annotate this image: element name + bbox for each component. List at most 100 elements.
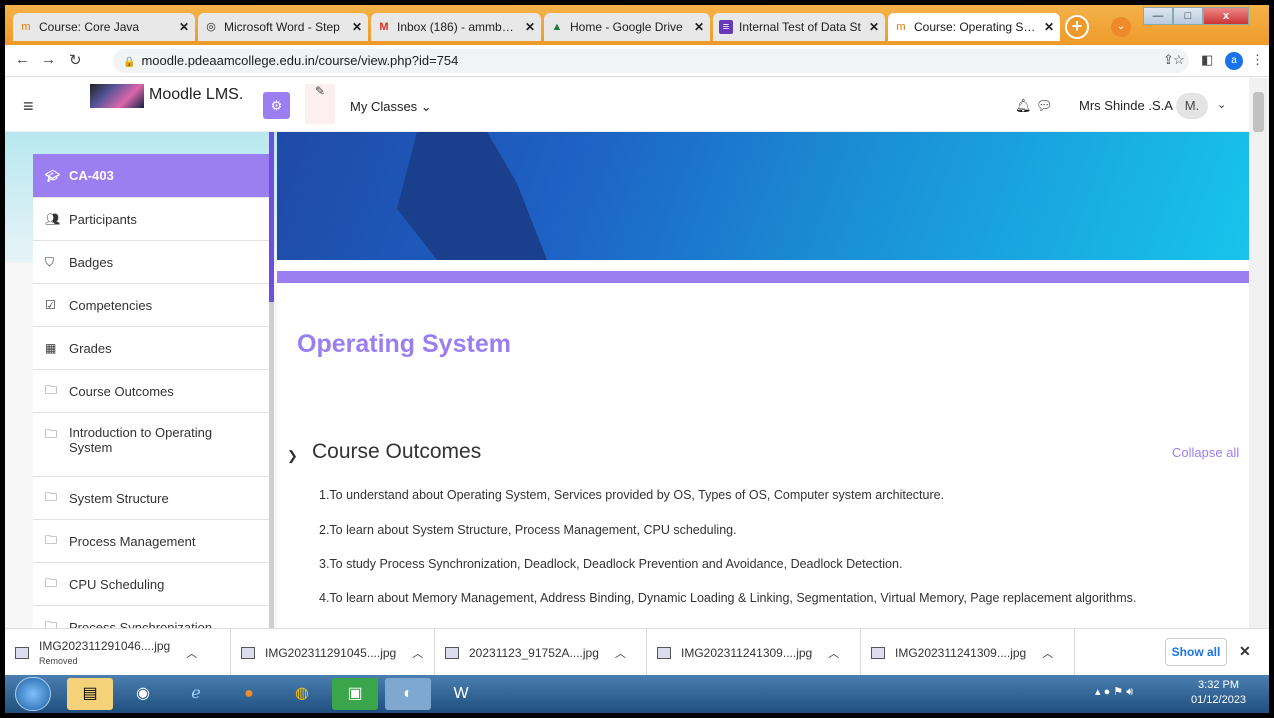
edit-mode-icon[interactable]: ✎ [305, 84, 335, 124]
windows-taskbar: ▤ ◉ ℯ ● ◍ ▣ ◐ W ▴ ● ⚑ 🔊︎ 3:32 PM 01/12/20… [5, 675, 1269, 713]
tab-core-java[interactable]: m Course: Core Java ✕ [13, 13, 195, 41]
forward-icon[interactable]: → [41, 51, 56, 68]
my-classes-menu[interactable]: My Classes ⌄ [350, 99, 432, 115]
window-controls: — □ x [1143, 7, 1249, 25]
section-chevron-down-icon[interactable]: ❯ [287, 448, 298, 464]
download-item[interactable]: IMG202311291046....jpg Removed ︿ [5, 629, 231, 676]
chevron-down-icon[interactable]: ⌄ [1217, 98, 1226, 111]
moodle-icon: m [896, 21, 906, 33]
sidebar-scrollbar-thumb[interactable] [269, 132, 274, 302]
chevron-up-icon[interactable]: ︿ [1042, 645, 1053, 661]
download-name: IMG202311291046....jpg [39, 638, 171, 653]
download-item[interactable]: IMG202311241309....jpg ︿ [861, 629, 1075, 676]
sidebar-item-course[interactable]: 🎓︎ CA-403 [33, 154, 269, 198]
new-tab-button[interactable]: + [1065, 15, 1089, 39]
chevron-up-icon[interactable]: ︿ [186, 645, 197, 661]
avatar[interactable]: M. [1176, 93, 1208, 119]
menu-kebab-icon[interactable]: ⋮ [1251, 52, 1264, 68]
image-file-icon [15, 646, 29, 659]
sidebar-item-badges[interactable]: ⛉ Badges [33, 241, 269, 284]
settings-cog-icon[interactable]: ⚙ [263, 92, 290, 119]
clock-date: 01/12/2023 [1191, 694, 1247, 706]
window-close-button[interactable]: x [1203, 7, 1249, 25]
minimize-button[interactable]: — [1143, 7, 1173, 25]
site-name[interactable]: Moodle LMS. [149, 86, 243, 104]
chrome-profile-icon[interactable]: ◐ [385, 678, 431, 710]
hamburger-menu-icon[interactable]: ≡ [23, 96, 34, 117]
tab-strip: m Course: Core Java ✕ ◎ Microsoft Word -… [5, 5, 1269, 45]
sidebar-item-system-structure[interactable]: 🗀 System Structure [33, 477, 269, 520]
close-icon[interactable]: ✕ [1239, 643, 1251, 660]
download-name: IMG202311241309....jpg [681, 645, 813, 660]
internet-explorer-icon[interactable]: ℯ [173, 678, 219, 710]
profile-avatar[interactable]: a [1225, 52, 1243, 70]
chevron-up-icon[interactable]: ︿ [615, 645, 626, 661]
clock[interactable]: 3:32 PM 01/12/2023 [1191, 678, 1246, 708]
course-banner-image [277, 132, 1249, 260]
section-title[interactable]: Course Outcomes [312, 440, 481, 464]
sidebar-item-introduction[interactable]: 🗀 Introduction to Operating System [33, 413, 269, 477]
tab-drive[interactable]: ▲ Home - Google Drive ✕ [544, 13, 710, 41]
moodle-navbar: ≡ Moodle LMS. ⚙ ✎ My Classes ⌄ 🔔︎ 💬︎ Mrs… [5, 78, 1249, 132]
firefox-icon[interactable]: ● [226, 678, 272, 710]
sidebar-item-participants[interactable]: 👥︎ Participants [33, 198, 269, 241]
tab-inbox[interactable]: M Inbox (186) - ammbbac ✕ [371, 13, 541, 41]
sidebar-item-process-synchronization[interactable]: 🗀 Process Synchronization [33, 606, 269, 629]
sidebar-item-cpu-scheduling[interactable]: 🗀 CPU Scheduling [33, 563, 269, 606]
outcome-item: 3.To study Process Synchronization, Dead… [319, 557, 903, 571]
page-scrollbar[interactable] [1249, 78, 1269, 628]
sidebar-item-competencies[interactable]: ☑ Competencies [33, 284, 269, 327]
close-icon[interactable]: ✕ [352, 20, 362, 34]
table-icon: ▦ [45, 341, 57, 355]
bookmark-star-icon[interactable]: ☆ [1173, 52, 1185, 68]
clock-time: 3:32 PM [1198, 679, 1240, 691]
chrome-icon[interactable]: ◍ [279, 678, 325, 710]
start-button[interactable] [15, 677, 51, 711]
site-logo[interactable] [90, 84, 144, 108]
messages-icon[interactable]: 💬︎ [1036, 98, 1053, 114]
reload-icon[interactable]: ↻ [69, 51, 82, 69]
system-tray[interactable]: ▴ ● ⚑ 🔊︎ [1095, 685, 1133, 699]
download-name: IMG202311291045....jpg [265, 645, 397, 660]
download-item[interactable]: IMG202311241309....jpg ︿ [647, 629, 861, 676]
maximize-button[interactable]: □ [1173, 7, 1203, 25]
sidebar-item-process-management[interactable]: 🗀 Process Management [33, 520, 269, 563]
tab-internal-test[interactable]: ≡ Internal Test of Data St ✕ [713, 13, 885, 41]
app-icon[interactable]: ▣ [332, 678, 378, 710]
browser-window: m Course: Core Java ✕ ◎ Microsoft Word -… [5, 5, 1269, 713]
tab-word[interactable]: ◎ Microsoft Word - Step ✕ [198, 13, 368, 41]
url-field[interactable]: 🔒 moodle.pdeaamcollege.edu.in/course/view… [113, 49, 1189, 73]
user-name[interactable]: Mrs Shinde .S.A [1079, 98, 1173, 113]
chevron-up-icon[interactable]: ︿ [412, 645, 423, 661]
show-all-downloads-button[interactable]: Show all [1165, 638, 1227, 666]
tab-operating-system[interactable]: m Course: Operating Syst ✕ [888, 13, 1060, 41]
back-icon[interactable]: ← [15, 51, 30, 68]
close-icon[interactable]: ✕ [869, 20, 879, 34]
forms-icon: ≡ [719, 20, 733, 34]
folder-icon: 🗀 [45, 575, 58, 590]
page-title: Operating System [297, 330, 511, 358]
notification-bell-icon[interactable]: 🔔︎ [1015, 98, 1032, 114]
word-icon[interactable]: W [438, 678, 484, 710]
close-icon[interactable]: ✕ [179, 20, 189, 34]
close-icon[interactable]: ✕ [525, 20, 535, 34]
office-icon[interactable]: ◉ [120, 678, 166, 710]
tab-search-icon[interactable]: ⌄ [1111, 17, 1131, 37]
side-panel-icon[interactable]: ◧ [1201, 52, 1213, 68]
sidebar-item-label: Process Management [69, 533, 196, 549]
gmail-icon: M [379, 21, 389, 33]
folder-icon: 🗀 [45, 618, 58, 629]
page-scrollbar-thumb[interactable] [1253, 92, 1264, 132]
download-name: 20231123_91752A....jpg [469, 645, 599, 660]
chevron-up-icon[interactable]: ︿ [828, 645, 839, 661]
sidebar-item-grades[interactable]: ▦ Grades [33, 327, 269, 370]
drive-icon: ▲ [551, 21, 563, 33]
file-explorer-icon[interactable]: ▤ [67, 678, 113, 710]
close-icon[interactable]: ✕ [1044, 20, 1054, 34]
sidebar-item-course-outcomes[interactable]: 🗀 Course Outcomes [33, 370, 269, 413]
download-item[interactable]: IMG202311291045....jpg ︿ [231, 629, 435, 676]
sidebar-scrollbar-track[interactable] [269, 302, 274, 628]
close-icon[interactable]: ✕ [694, 20, 704, 34]
download-item[interactable]: 20231123_91752A....jpg ︿ [435, 629, 647, 676]
collapse-all-link[interactable]: Collapse all [1172, 445, 1239, 460]
